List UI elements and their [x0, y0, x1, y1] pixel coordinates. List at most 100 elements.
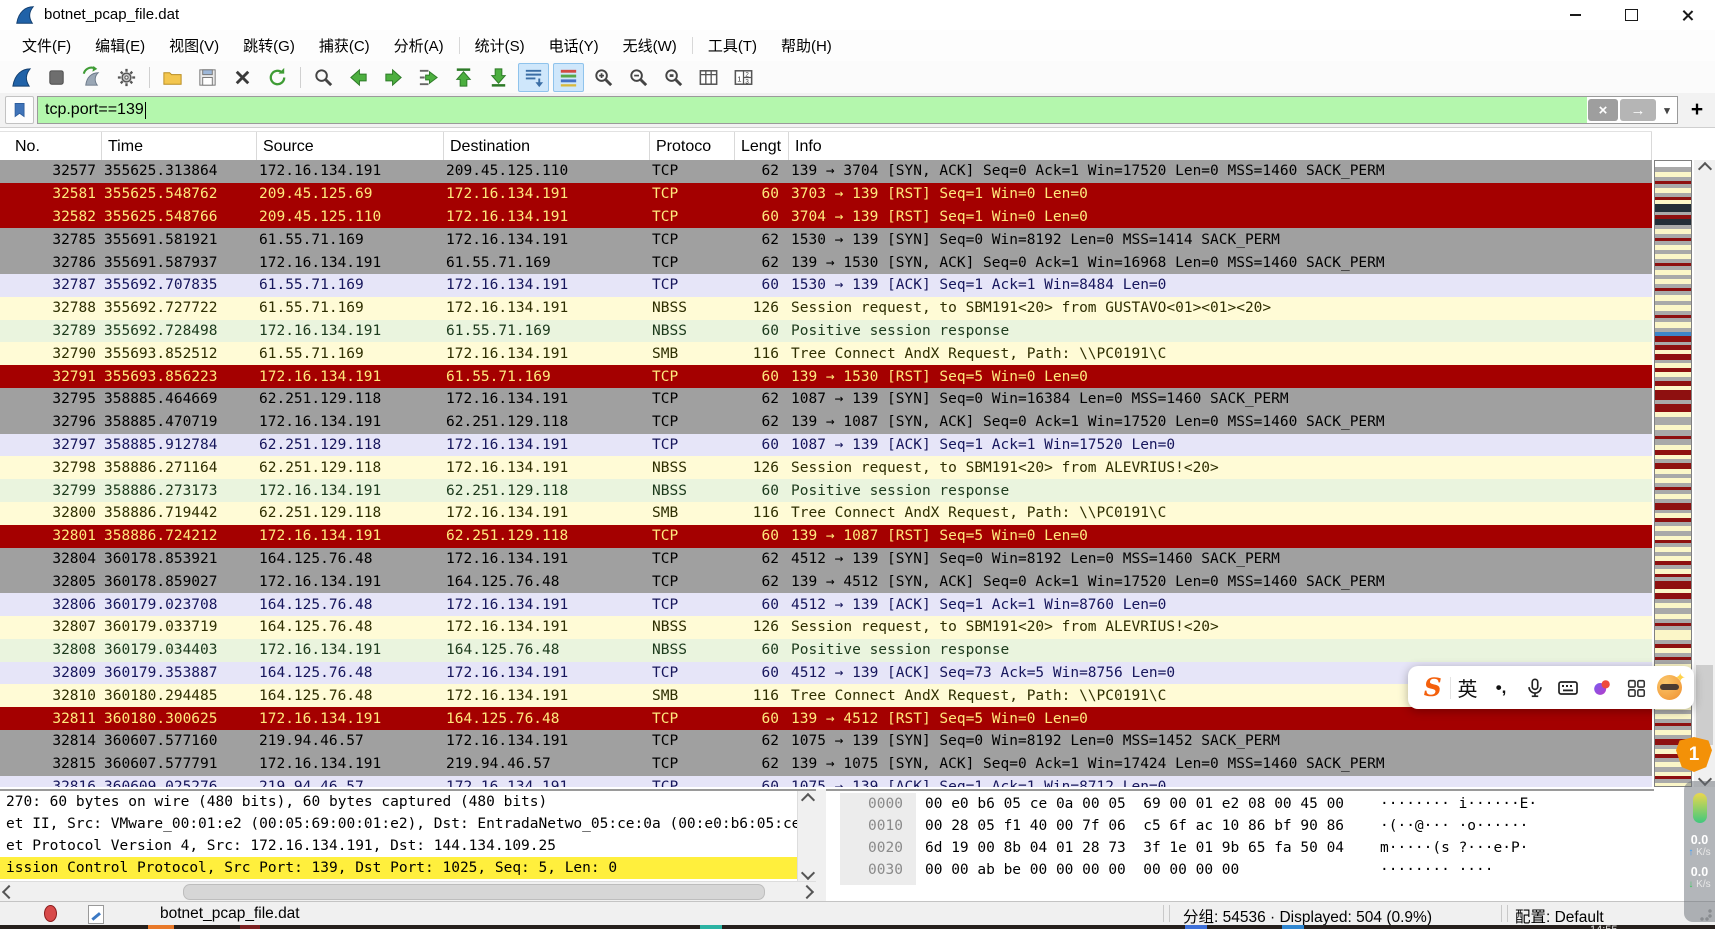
save-file-button[interactable] [192, 63, 223, 92]
profile-text[interactable]: 配置: Default [1515, 905, 1604, 927]
menu-capture[interactable]: 捕获(C) [307, 31, 382, 60]
detail-line[interactable]: et Protocol Version 4, Src: 172.16.134.1… [0, 835, 797, 857]
column-header-protoco[interactable]: Protoco [650, 132, 735, 161]
menu-tools[interactable]: 工具(T) [696, 31, 769, 60]
scrollbar-thumb[interactable] [1696, 665, 1713, 745]
detail-horizontal-scrollbar[interactable] [0, 881, 816, 901]
pane-splitter[interactable] [816, 789, 826, 901]
packet-row[interactable]: 32815 360607.577791 172.16.134.191 219.94.4… [0, 752, 1652, 776]
scroll-left-icon[interactable] [0, 882, 18, 901]
packet-row[interactable]: 32791 355693.856223 172.16.134.191 61.55.71… [0, 365, 1652, 388]
zoom-in-button[interactable] [588, 63, 619, 92]
capture-options-button[interactable] [111, 63, 142, 92]
zoom-out-button[interactable] [623, 63, 654, 92]
taskbar-app-icon[interactable] [240, 925, 260, 929]
packet-row[interactable]: 32798 358886.271164 62.251.129.118 172.16.1… [0, 456, 1652, 480]
column-header-info[interactable]: Info [789, 132, 1652, 161]
capture-comment-icon[interactable] [88, 905, 104, 924]
packet-row[interactable]: 32800 358886.719442 62.251.129.118 172.16.1… [0, 501, 1652, 525]
menu-statistics[interactable]: 统计(S) [463, 31, 537, 60]
packet-row[interactable]: 32790 355693.852512 61.55.71.169 172.16.134… [0, 342, 1652, 366]
packet-row[interactable]: 32786 355691.587937 172.16.134.191 61.55.71… [0, 251, 1652, 274]
display-filter-input[interactable]: tcp.port==139 [38, 97, 1587, 123]
filter-clear-button[interactable]: × [1588, 99, 1618, 121]
filter-apply-button[interactable]: → [1620, 99, 1656, 121]
ime-punctuation-toggle[interactable]: •, [1484, 666, 1518, 709]
restart-capture-button[interactable] [76, 63, 107, 92]
packet-row[interactable]: 32797 358885.912784 62.251.129.118 172.16.1… [0, 433, 1652, 457]
ime-keyboard-button[interactable] [1552, 666, 1586, 709]
scroll-right-icon[interactable] [798, 882, 816, 901]
taskbar-app-icon[interactable] [700, 925, 722, 929]
close-file-button[interactable] [227, 63, 258, 92]
packet-row[interactable]: 32805 360178.859027 172.16.134.191 164.125.… [0, 570, 1652, 594]
open-file-button[interactable] [157, 63, 188, 92]
packet-row[interactable]: 32811 360180.300625 172.16.134.191 164.125.… [0, 707, 1652, 730]
ime-skin-button[interactable] [1585, 666, 1619, 709]
hex-line[interactable]: 0000 00 e0 b6 05 ce 0a 00 05 69 00 01 e2 … [826, 793, 1654, 815]
first-packet-button[interactable] [448, 63, 479, 92]
packet-row[interactable]: 32582 355625.548766 209.45.125.110 172.16.1… [0, 205, 1652, 229]
menu-edit[interactable]: 编辑(E) [83, 31, 157, 60]
column-header-lengt[interactable]: Lengt [735, 132, 789, 161]
menu-view[interactable]: 视图(V) [157, 31, 231, 60]
reload-file-button[interactable] [262, 63, 293, 92]
packet-row[interactable]: 32816 360609.025276 219.94.46.57 172.16.134… [0, 775, 1652, 787]
taskbar-app-icon[interactable] [1185, 925, 1207, 929]
packet-row[interactable]: 32804 360178.853921 164.125.76.48 172.16.13… [0, 547, 1652, 571]
go-to-packet-button[interactable] [413, 63, 444, 92]
resize-columns-button[interactable] [693, 63, 724, 92]
hscrollbar-thumb[interactable] [183, 884, 765, 900]
previous-packet-button[interactable] [343, 63, 374, 92]
detail-scroll-down-icon[interactable] [798, 864, 816, 881]
packet-row[interactable]: 32809 360179.353887 164.125.76.48 172.16.13… [0, 661, 1652, 685]
ime-assistant-button[interactable]: ✦ [1652, 666, 1686, 709]
detail-line[interactable]: ission Control Protocol, Src Port: 139, … [0, 857, 797, 879]
packet-row[interactable]: 32795 358885.464669 62.251.129.118 172.16.1… [0, 387, 1652, 411]
column-header-source[interactable]: Source [257, 132, 444, 161]
column-header-destination[interactable]: Destination [444, 132, 650, 161]
detail-vertical-scrollbar[interactable] [797, 791, 816, 881]
detail-line[interactable]: et II, Src: VMware_00:01:e2 (00:05:69:00… [0, 813, 797, 835]
find-packet-button[interactable] [308, 63, 339, 92]
scroll-up-icon[interactable] [1694, 160, 1715, 177]
minimize-button[interactable] [1547, 0, 1603, 30]
add-filter-button[interactable]: + [1684, 97, 1710, 123]
packet-row[interactable]: 32801 358886.724212 172.16.134.191 62.251.1… [0, 524, 1652, 548]
filter-dropdown-button[interactable]: ▾ [1658, 99, 1676, 121]
packet-row[interactable]: 32789 355692.728498 172.16.134.191 61.55.71… [0, 319, 1652, 343]
expert-info-icon[interactable] [44, 905, 57, 922]
packet-row[interactable]: 32796 358885.470719 172.16.134.191 62.251.1… [0, 410, 1652, 434]
filter-bookmark-button[interactable] [5, 96, 34, 124]
stop-capture-button[interactable] [41, 63, 72, 92]
hex-line[interactable]: 0010 00 28 05 f1 40 00 7f 06 c5 6f ac 10 … [826, 815, 1654, 837]
menu-go[interactable]: 跳转(G) [231, 31, 307, 60]
column-header-time[interactable]: Time [102, 132, 257, 161]
hex-line[interactable]: 0030 00 00 ab be 00 00 00 00 00 00 00 00 ·… [826, 859, 1654, 881]
colorize-button[interactable] [553, 62, 584, 92]
menu-analyze[interactable]: 分析(A) [382, 31, 456, 60]
detail-line[interactable]: 270: 60 bytes on wire (480 bits), 60 byt… [0, 791, 797, 813]
zoom-reset-button[interactable] [658, 63, 689, 92]
sogou-logo-button[interactable]: S [1416, 666, 1450, 709]
net-speed-widget[interactable]: 0.0 ↑ K/s 0.0 ↓ K/s [1684, 781, 1715, 922]
packet-row[interactable]: 32814 360607.577160 219.94.46.57 172.16.134… [0, 729, 1652, 753]
maximize-button[interactable] [1603, 0, 1659, 30]
column-header-no[interactable]: No. [0, 132, 102, 161]
taskbar-app-icon[interactable] [148, 925, 174, 929]
packet-row[interactable]: 32785 355691.581921 61.55.71.169 172.16.134… [0, 228, 1652, 252]
menu-help[interactable]: 帮助(H) [769, 31, 844, 60]
packet-row[interactable]: 32581 355625.548762 209.45.125.69 172.16.13… [0, 182, 1652, 206]
packet-row[interactable]: 32787 355692.707835 61.55.71.169 172.16.134… [0, 273, 1652, 297]
packet-row[interactable]: 32807 360179.033719 164.125.76.48 172.16.13… [0, 615, 1652, 639]
auto-scroll-button[interactable] [518, 62, 549, 92]
start-capture-button[interactable] [6, 63, 37, 92]
packet-list-scrollbar[interactable] [1694, 160, 1715, 787]
ime-language-toggle[interactable]: 英 [1451, 666, 1485, 709]
numbered-columns-button[interactable]: 123 [728, 63, 759, 92]
ime-toolbox-button[interactable] [1619, 666, 1653, 709]
menu-telephony[interactable]: 电话(Y) [537, 31, 611, 60]
packet-row[interactable]: 32577 355625.313864 172.16.134.191 209.45.1… [0, 160, 1652, 183]
next-packet-button[interactable] [378, 63, 409, 92]
packet-row[interactable]: 32788 355692.727722 61.55.71.169 172.16.134… [0, 296, 1652, 320]
